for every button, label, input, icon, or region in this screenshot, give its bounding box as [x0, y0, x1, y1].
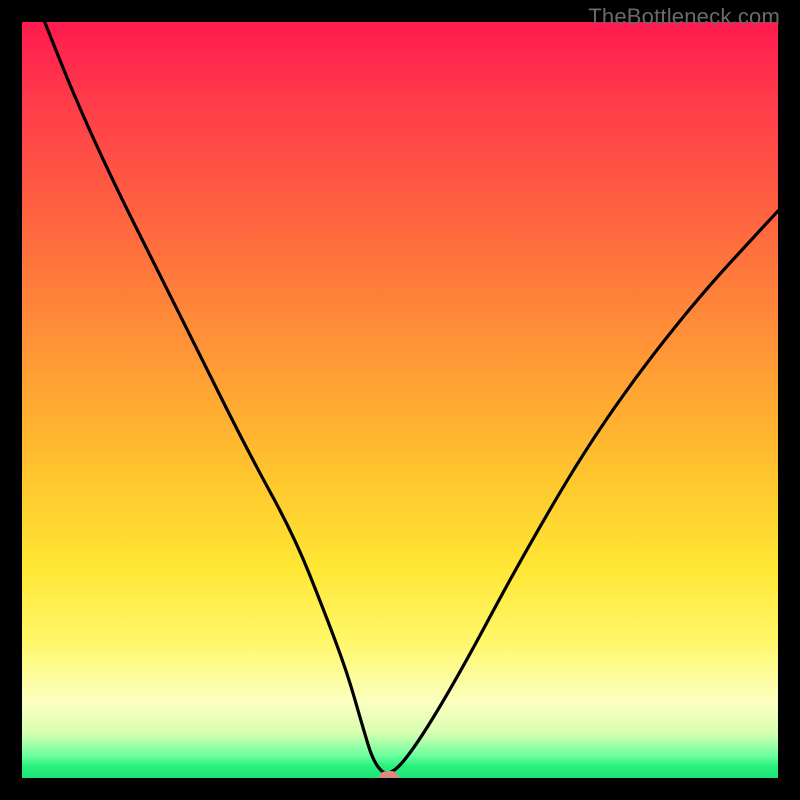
- bottleneck-curve: [22, 22, 778, 778]
- plot-area: [22, 22, 778, 778]
- watermark-text: TheBottleneck.com: [588, 4, 780, 30]
- chart-frame: TheBottleneck.com: [0, 0, 800, 800]
- optimal-point-marker: [379, 771, 399, 778]
